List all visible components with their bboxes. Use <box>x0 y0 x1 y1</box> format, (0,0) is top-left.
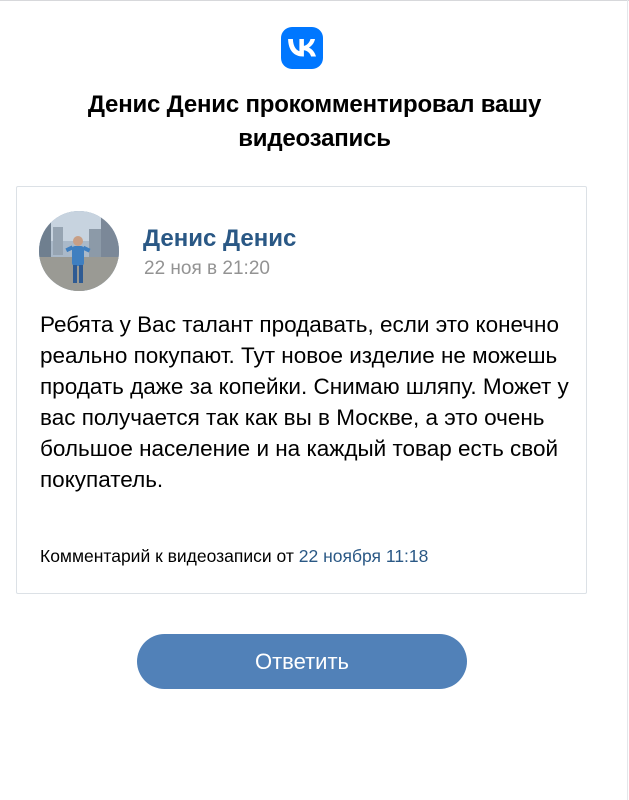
comment-card: Денис Денис 22 ноя в 21:20 Ребята у Вас … <box>16 186 587 594</box>
post-date: 22 ноя в 21:20 <box>144 258 270 279</box>
vk-logo-icon <box>281 27 323 69</box>
top-divider <box>0 0 629 1</box>
comment-text: Ребята у Вас талант продавать, если это … <box>40 312 569 492</box>
right-divider <box>627 0 628 800</box>
reply-button[interactable]: Ответить <box>137 634 467 689</box>
video-date-link[interactable]: 22 ноября 11:18 <box>299 546 429 566</box>
comment-footer-label: Комментарий к видеозаписи от <box>40 546 299 566</box>
avatar[interactable] <box>39 211 119 291</box>
author-name-link[interactable]: Денис Денис <box>143 225 296 253</box>
notification-headline: Денис Денис прокомментировал вашу видеоз… <box>87 91 542 152</box>
comment-footer: Комментарий к видеозаписи от 22 ноября 1… <box>40 544 428 568</box>
